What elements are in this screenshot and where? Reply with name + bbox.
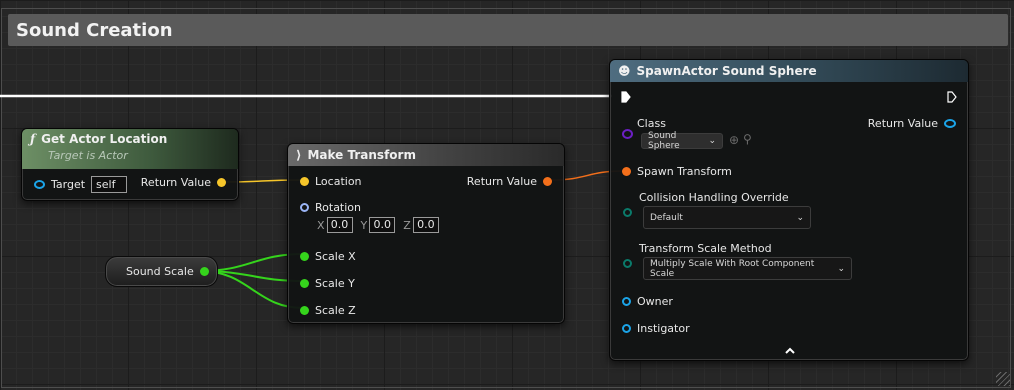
instigator-row: Instigator bbox=[622, 322, 690, 335]
class-pin[interactable] bbox=[622, 129, 633, 139]
scale-method-value: Multiply Scale With Root Component Scale bbox=[650, 258, 815, 279]
rotation-fields: X 0.0 Y 0.0 Z 0.0 bbox=[317, 217, 439, 233]
rotation-label: Rotation bbox=[315, 201, 362, 214]
class-label: Class bbox=[637, 117, 666, 130]
spawn-return-label: Return Value bbox=[867, 117, 938, 130]
scale-x-label: Scale X bbox=[315, 250, 356, 263]
scale-x-pin[interactable] bbox=[300, 252, 309, 261]
make-transform-title: Make Transform bbox=[307, 148, 416, 162]
use-selected-icon[interactable]: ⊕ bbox=[729, 133, 739, 147]
location-return-label: Return Value bbox=[140, 176, 211, 189]
spawn-actor-header[interactable]: ☻ SpawnActor Sound Sphere bbox=[610, 60, 968, 82]
function-icon: ƒ bbox=[30, 132, 36, 146]
rotation-row: Rotation bbox=[300, 201, 361, 214]
owner-pin[interactable] bbox=[622, 297, 631, 306]
chevron-up-icon[interactable] bbox=[785, 347, 795, 355]
location-return-pin[interactable] bbox=[217, 178, 226, 187]
get-actor-location-subtitle: Target is Actor bbox=[48, 149, 128, 162]
chevron-down-icon: ⌄ bbox=[796, 212, 804, 223]
comment-resize-grip[interactable] bbox=[996, 372, 1010, 386]
transform-return-pin[interactable] bbox=[543, 177, 552, 186]
get-actor-location-node[interactable]: ƒ Get Actor Location Target is Actor Tar… bbox=[21, 128, 239, 201]
make-struct-icon: ⟩ bbox=[296, 148, 302, 162]
rotation-pin[interactable] bbox=[300, 203, 309, 212]
location-input-pin[interactable] bbox=[300, 177, 309, 186]
spawn-return-row: Return Value bbox=[868, 117, 956, 130]
rotation-x-field[interactable]: 0.0 bbox=[326, 217, 353, 233]
sound-scale-variable-node[interactable]: Sound Scale bbox=[105, 256, 218, 287]
collision-pin[interactable] bbox=[623, 208, 632, 217]
spawn-transform-row: Spawn Transform bbox=[622, 165, 732, 178]
transform-return-row: Return Value bbox=[467, 175, 552, 188]
owner-label: Owner bbox=[637, 295, 673, 308]
scale-y-row: Scale Y bbox=[300, 277, 355, 290]
browse-search-icon[interactable]: ⚲ bbox=[743, 132, 752, 146]
owner-row: Owner bbox=[622, 295, 673, 308]
class-value: Sound Sphere bbox=[648, 131, 680, 151]
location-input-row: Location bbox=[300, 175, 362, 188]
spawn-return-pin[interactable] bbox=[944, 119, 956, 128]
chevron-down-icon: ⌄ bbox=[708, 136, 716, 146]
make-transform-node[interactable]: ⟩ Make Transform Location Return Value R… bbox=[287, 143, 565, 324]
target-object-pin[interactable] bbox=[34, 180, 45, 189]
scale-y-pin[interactable] bbox=[300, 279, 309, 288]
rotation-z-field[interactable]: 0.0 bbox=[412, 217, 439, 233]
collision-value: Default bbox=[650, 212, 683, 223]
scale-method-dropdown[interactable]: Multiply Scale With Root Component Scale… bbox=[643, 257, 852, 280]
rotation-x-label: X bbox=[317, 218, 325, 232]
spawn-actor-icon: ☻ bbox=[618, 64, 631, 78]
class-row: Class bbox=[622, 117, 666, 130]
scale-method-label-row: Transform Scale Method bbox=[639, 242, 772, 255]
exec-input-pin[interactable] bbox=[621, 91, 631, 103]
chevron-down-icon: ⌄ bbox=[837, 263, 845, 274]
scale-z-row: Scale Z bbox=[300, 304, 356, 317]
scale-y-label: Scale Y bbox=[315, 277, 355, 290]
sound-scale-output-pin[interactable] bbox=[199, 267, 209, 276]
sound-scale-label: Sound Scale bbox=[126, 265, 194, 278]
instigator-label: Instigator bbox=[637, 322, 690, 335]
collision-label: Collision Handling Override bbox=[639, 191, 789, 204]
class-dropdown[interactable]: Sound Sphere ⌄ bbox=[641, 131, 723, 151]
location-input-label: Location bbox=[315, 175, 362, 188]
rotation-y-label: Y bbox=[360, 218, 368, 232]
transform-return-label: Return Value bbox=[466, 175, 537, 188]
scale-method-pin[interactable] bbox=[623, 259, 632, 268]
rotation-y-field[interactable]: 0.0 bbox=[369, 217, 396, 233]
collision-label-row: Collision Handling Override bbox=[639, 191, 789, 204]
scale-z-label: Scale Z bbox=[315, 304, 356, 317]
rotation-z-label: Z bbox=[403, 218, 411, 232]
spawn-transform-label: Spawn Transform bbox=[637, 165, 732, 178]
spawn-actor-node[interactable]: ☻ SpawnActor Sound Sphere Class Sound Sp… bbox=[609, 59, 969, 361]
target-label: Target bbox=[51, 178, 86, 191]
spawn-transform-pin[interactable] bbox=[622, 167, 631, 176]
target-self-field[interactable]: self bbox=[91, 176, 128, 193]
make-transform-header[interactable]: ⟩ Make Transform bbox=[288, 144, 564, 166]
instigator-pin[interactable] bbox=[622, 324, 631, 333]
scale-x-row: Scale X bbox=[300, 250, 356, 263]
location-return-row: Return Value bbox=[141, 176, 226, 189]
collision-dropdown[interactable]: Default ⌄ bbox=[643, 206, 811, 229]
target-pin-row: Target self bbox=[34, 176, 128, 193]
spawn-actor-title: SpawnActor Sound Sphere bbox=[636, 64, 817, 78]
exec-output-pin[interactable] bbox=[947, 91, 957, 103]
get-actor-location-title: Get Actor Location bbox=[41, 132, 168, 146]
scale-method-label: Transform Scale Method bbox=[639, 242, 772, 255]
scale-z-pin[interactable] bbox=[300, 306, 309, 315]
